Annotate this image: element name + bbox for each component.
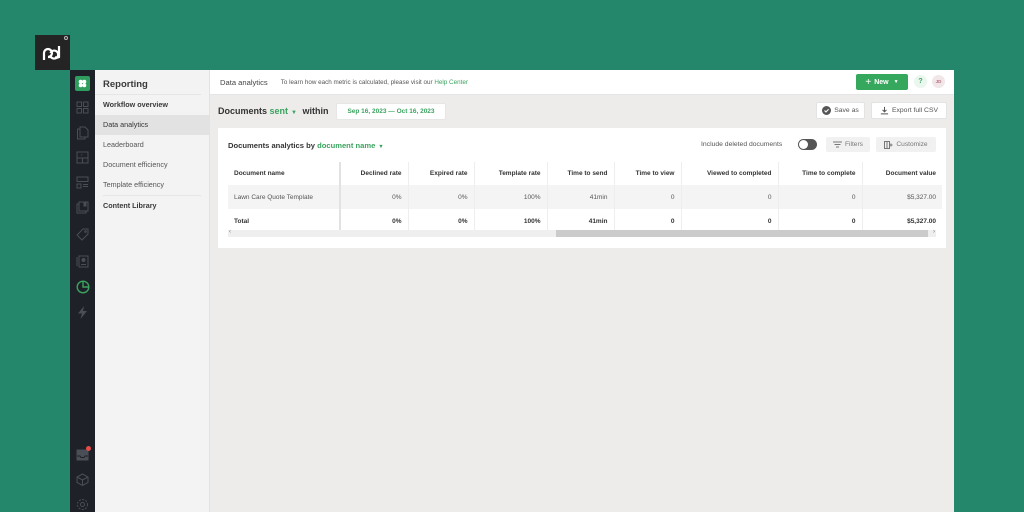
- cell-expired-rate: 0%: [408, 185, 474, 209]
- plus-icon: +: [865, 77, 871, 88]
- analytics-title: Documents analytics by document name▼: [228, 141, 384, 150]
- customize-columns-icon: [884, 141, 893, 149]
- subnav-item-data-analytics[interactable]: Data analytics: [95, 115, 209, 135]
- svg-text:T: T: [81, 153, 84, 158]
- export-csv-label: Export full CSV: [892, 107, 938, 114]
- help-center-link[interactable]: Help Center: [434, 79, 468, 86]
- chevron-down-icon: ▼: [894, 79, 899, 85]
- scroll-right-arrow-icon[interactable]: ›: [933, 229, 935, 235]
- col-viewed-to-completed[interactable]: Viewed to completed: [681, 162, 778, 185]
- subnav-title: Reporting: [95, 70, 201, 95]
- cell-time-to-complete: 0: [778, 185, 862, 209]
- col-declined-rate[interactable]: Declined rate: [340, 162, 408, 185]
- check-circle-icon: [822, 106, 831, 115]
- app-window: T Reporting Work: [70, 70, 954, 512]
- integrations-cube-icon[interactable]: [74, 471, 91, 488]
- top-bar: Data analytics To learn how each metric …: [210, 70, 954, 95]
- col-template-rate[interactable]: Template rate: [474, 162, 547, 185]
- include-deleted-toggle[interactable]: [798, 139, 817, 150]
- analytics-card: Documents analytics by document name▼ In…: [218, 128, 946, 248]
- table-horizontal-scrollbar[interactable]: ‹ ›: [228, 230, 936, 237]
- col-expired-rate[interactable]: Expired rate: [408, 162, 474, 185]
- help-button[interactable]: ?: [914, 75, 927, 88]
- table-header-row: Document name Declined rate Expired rate…: [228, 162, 942, 185]
- filters-label: Filters: [845, 141, 863, 148]
- reports-pie-icon[interactable]: [74, 278, 91, 295]
- include-deleted-label: Include deleted documents: [701, 141, 782, 148]
- col-document-value[interactable]: Document value: [862, 162, 942, 185]
- cell-document-value: $5,327.00: [862, 185, 942, 209]
- status-chevron-down-icon[interactable]: ▼: [291, 110, 297, 116]
- reporting-subnav: Reporting Workflow overview Data analyti…: [95, 70, 210, 512]
- notification-dot: [86, 446, 91, 451]
- scrollbar-thumb[interactable]: [556, 230, 928, 237]
- documents-icon[interactable]: [74, 124, 91, 141]
- page-title: Data analytics: [220, 78, 268, 87]
- documents-label: Documents: [218, 106, 267, 116]
- templates-icon[interactable]: T: [74, 149, 91, 166]
- automation-bolt-icon[interactable]: [74, 304, 91, 321]
- dashboard-grid-icon[interactable]: [74, 99, 91, 116]
- analytics-table: Document name Declined rate Expired rate…: [228, 162, 942, 234]
- new-button-label: New: [874, 79, 888, 86]
- within-label: within: [303, 106, 329, 116]
- user-avatar[interactable]: JD: [932, 75, 945, 88]
- group-by-chevron-down-icon[interactable]: ▼: [378, 144, 383, 150]
- subnav-item-workflow-overview[interactable]: Workflow overview: [95, 95, 209, 115]
- col-document-name[interactable]: Document name: [228, 162, 340, 185]
- filter-lines-icon: [833, 141, 842, 148]
- cell-viewed-to-completed: 0: [681, 185, 778, 209]
- analytics-title-prefix: Documents analytics by: [228, 141, 315, 150]
- export-csv-button[interactable]: Export full CSV: [871, 102, 947, 119]
- filters-button[interactable]: Filters: [826, 137, 870, 152]
- subnav-item-template-efficiency[interactable]: Template efficiency: [95, 175, 209, 195]
- tag-icon[interactable]: [74, 226, 91, 243]
- group-by-dropdown[interactable]: document name: [317, 141, 375, 150]
- table-row[interactable]: Lawn Care Quote Template 0% 0% 100% 41mi…: [228, 185, 942, 209]
- status-dropdown[interactable]: sent: [270, 106, 289, 116]
- home-brand-icon[interactable]: [75, 76, 90, 91]
- customize-button[interactable]: Customize: [876, 137, 936, 152]
- settings-gear-icon[interactable]: [74, 496, 91, 512]
- subnav-item-content-library[interactable]: Content Library: [95, 196, 209, 216]
- download-icon: [880, 106, 889, 115]
- filter-bar: Documents sent▼ within Sep 16, 2023 — Oc…: [210, 95, 954, 127]
- cell-time-to-send: 41min: [547, 185, 614, 209]
- customize-label: Customize: [896, 141, 927, 148]
- save-as-label: Save as: [834, 107, 859, 114]
- subnav-item-document-efficiency[interactable]: Document efficiency: [95, 155, 209, 175]
- date-range-picker[interactable]: Sep 16, 2023 — Oct 16, 2023: [336, 103, 446, 120]
- save-as-button[interactable]: Save as: [816, 102, 865, 119]
- main-content: Data analytics To learn how each metric …: [210, 70, 954, 512]
- content-library-icon[interactable]: [74, 199, 91, 216]
- forms-icon[interactable]: [74, 174, 91, 191]
- documents-filter-heading: Documents sent▼ within: [218, 106, 329, 116]
- registered-mark: [64, 36, 68, 40]
- subnav-item-leaderboard[interactable]: Leaderboard: [95, 135, 209, 155]
- col-time-to-send[interactable]: Time to send: [547, 162, 614, 185]
- col-time-to-view[interactable]: Time to view: [614, 162, 681, 185]
- cell-document-name[interactable]: Lawn Care Quote Template: [228, 185, 340, 209]
- cell-time-to-view: 0: [614, 185, 681, 209]
- pandadoc-logo-icon: [42, 45, 64, 61]
- cell-template-rate: 100%: [474, 185, 547, 209]
- new-button[interactable]: + New ▼: [856, 74, 908, 90]
- help-hint: To learn how each metric is calculated, …: [281, 79, 468, 86]
- icon-rail: T: [70, 70, 95, 512]
- cell-declined-rate: 0%: [340, 185, 408, 209]
- col-time-to-complete[interactable]: Time to complete: [778, 162, 862, 185]
- scroll-left-arrow-icon[interactable]: ‹: [229, 229, 231, 235]
- pandadoc-logo: [35, 35, 70, 70]
- contacts-icon[interactable]: [74, 253, 91, 270]
- help-hint-text: To learn how each metric is calculated, …: [281, 79, 435, 86]
- inbox-icon[interactable]: [74, 446, 91, 463]
